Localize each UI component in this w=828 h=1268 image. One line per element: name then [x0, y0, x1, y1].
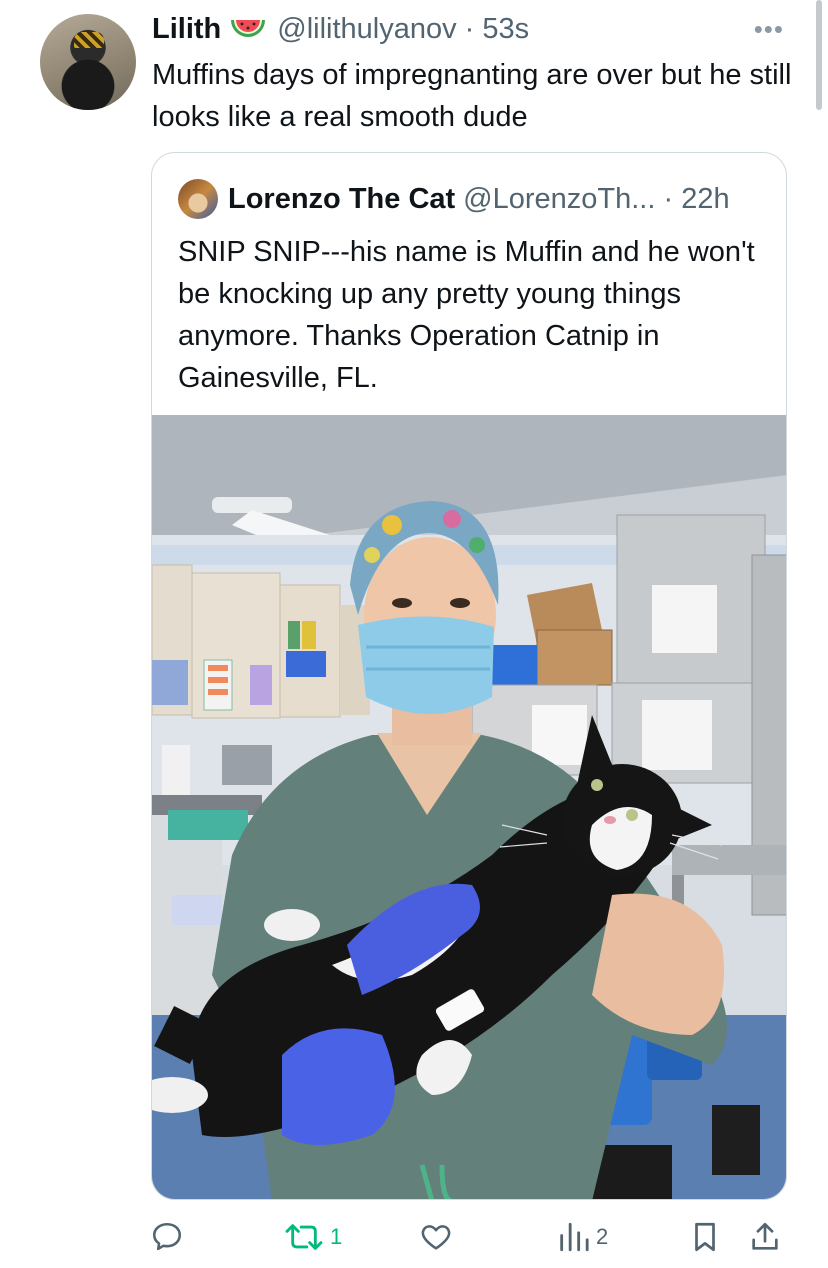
views-chart-icon — [560, 1222, 589, 1252]
like-button[interactable] — [418, 1220, 460, 1254]
more-options-icon[interactable]: ••• — [754, 14, 784, 45]
views-count: 2 — [596, 1224, 609, 1249]
retweet-button[interactable]: 1 — [284, 1220, 342, 1254]
quoted-tweet-text: SNIP SNIP---his name is Muffin and he wo… — [178, 236, 755, 394]
quoted-tweet-photo[interactable] — [152, 415, 786, 1199]
quoted-tweet-header: Lorenzo The Cat @LorenzoTh... · 22h — [178, 179, 730, 219]
quoted-tweet-card[interactable]: Lorenzo The Cat @LorenzoTh... · 22h SNIP… — [151, 152, 787, 1200]
bookmark-button[interactable] — [688, 1220, 722, 1254]
share-icon — [752, 1222, 778, 1250]
reply-icon — [152, 1222, 182, 1251]
bookmark-icon — [695, 1222, 715, 1252]
retweet-count: 1 — [330, 1224, 343, 1249]
tweet-action-bar: 1 2 — [0, 1212, 828, 1262]
views-button[interactable]: 2 — [556, 1220, 608, 1254]
share-button[interactable] — [748, 1220, 782, 1254]
quoted-author-name[interactable]: Lorenzo The Cat — [228, 183, 455, 216]
photo-illustration — [152, 415, 786, 1199]
heart-icon — [421, 1225, 451, 1250]
scrollbar[interactable] — [816, 0, 822, 110]
retweet-icon — [285, 1224, 323, 1250]
watermelon-icon — [231, 20, 266, 37]
quoted-author-handle-time[interactable]: @LorenzoTh... · 22h — [463, 183, 729, 216]
tweet-header: Lilith @lilithulyanov · 53s — [152, 12, 529, 46]
reply-button[interactable] — [150, 1220, 190, 1254]
quoted-author-avatar[interactable] — [178, 179, 218, 219]
author-name[interactable]: Lilith — [152, 13, 221, 46]
tweet-text: Muffins days of impregnanting are over b… — [152, 59, 792, 133]
author-handle-time[interactable]: @lilithulyanov · 53s — [277, 13, 529, 46]
author-avatar[interactable] — [40, 14, 136, 110]
